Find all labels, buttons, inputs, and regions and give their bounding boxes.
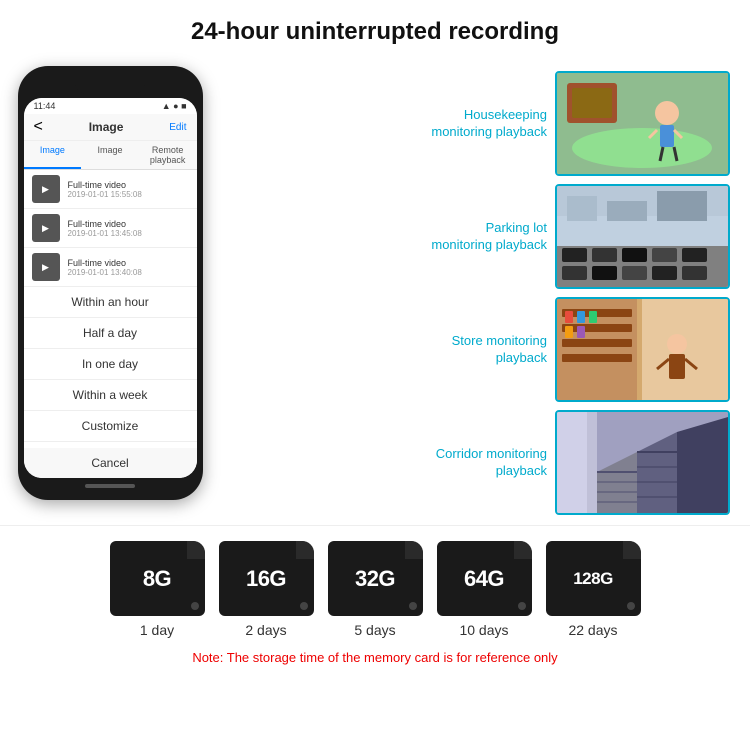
storage-card-64g: 64G 10 days [437, 541, 532, 638]
dropdown-menu: Within an hour Half a day In one day Wit… [24, 287, 197, 478]
sd-card-32g: 32G [328, 541, 423, 616]
storage-card-8g: 8G 1 day [110, 541, 205, 638]
video-item-1[interactable]: ▶ Full-time video 2019-01-01 15:55:08 [24, 170, 197, 209]
video-date-1: 2019-01-01 15:55:08 [68, 190, 142, 199]
housekeeping-photo [557, 73, 728, 174]
dropdown-item-one-day[interactable]: In one day [24, 349, 197, 380]
sd-card-size-8g: 8G [143, 566, 171, 592]
phone-time: 11:44 [34, 101, 56, 111]
tab-image2[interactable]: Image [81, 141, 139, 169]
dropdown-item-within-hour[interactable]: Within an hour [24, 287, 197, 318]
monitoring-label-housekeeping: Housekeepingmonitoring playback [220, 107, 547, 141]
phone-screen: 11:44 ▲ ● ■ < Image Edit Image Image Rem… [24, 98, 197, 478]
sd-card-16g: 16G [219, 541, 314, 616]
monitoring-image-housekeeping [555, 71, 730, 176]
video-title-3: Full-time video [68, 258, 142, 268]
monitoring-image-parking [555, 184, 730, 289]
monitoring-row-housekeeping: Housekeepingmonitoring playback [220, 71, 730, 176]
sd-days-32g: 5 days [354, 622, 395, 638]
main-content: 11:44 ▲ ● ■ < Image Edit Image Image Rem… [0, 56, 750, 525]
nav-edit-button[interactable]: Edit [169, 122, 186, 133]
sd-days-64g: 10 days [459, 622, 508, 638]
page-title: 24-hour uninterrupted recording [0, 0, 750, 56]
sd-card-size-32g: 32G [355, 566, 395, 592]
monitoring-label-corridor: Corridor monitoringplayback [220, 446, 547, 480]
video-date-3: 2019-01-01 13:40:08 [68, 268, 142, 277]
nav-title: Image [89, 120, 124, 134]
video-thumb-1: ▶ [32, 175, 60, 203]
sd-days-8g: 1 day [140, 622, 174, 638]
sd-card-128g: 128G [546, 541, 641, 616]
tab-remote-playback[interactable]: Remote playback [139, 141, 197, 169]
corridor-photo [557, 412, 728, 513]
video-title-1: Full-time video [68, 180, 142, 190]
monitoring-row-corridor: Corridor monitoringplayback [220, 410, 730, 515]
video-item-2[interactable]: ▶ Full-time video 2019-01-01 13:45:08 [24, 209, 197, 248]
video-item-3[interactable]: ▶ Full-time video 2019-01-01 13:40:08 [24, 248, 197, 287]
video-title-2: Full-time video [68, 219, 142, 229]
monitoring-label-store: Store monitoringplayback [220, 333, 547, 367]
sd-card-8g: 8G [110, 541, 205, 616]
phone-nav-bar: < Image Edit [24, 114, 197, 141]
parking-photo [557, 186, 728, 287]
sd-card-size-64g: 64G [464, 566, 504, 592]
store-photo [557, 299, 728, 400]
dropdown-item-customize[interactable]: Customize [24, 411, 197, 442]
phone-tabs: Image Image Remote playback [24, 141, 197, 170]
storage-note: Note: The storage time of the memory car… [182, 646, 567, 669]
monitoring-image-store [555, 297, 730, 402]
monitoring-label-parking: Parking lotmonitoring playback [220, 220, 547, 254]
phone-body: 11:44 ▲ ● ■ < Image Edit Image Image Rem… [18, 66, 203, 500]
phone-status-bar: 11:44 ▲ ● ■ [24, 98, 197, 114]
dropdown-cancel-button[interactable]: Cancel [24, 448, 197, 478]
phone-mockup: 11:44 ▲ ● ■ < Image Edit Image Image Rem… [10, 66, 210, 500]
sd-card-size-16g: 16G [246, 566, 286, 592]
phone-notch [75, 76, 145, 94]
phone-home-indicator [85, 484, 135, 488]
video-thumb-3: ▶ [32, 253, 60, 281]
monitoring-section: Housekeepingmonitoring playback [220, 66, 730, 515]
storage-section: 8G 1 day 16G 2 days 32G 5 days 64G 10 da… [0, 525, 750, 679]
video-date-2: 2019-01-01 13:45:08 [68, 229, 142, 238]
storage-card-32g: 32G 5 days [328, 541, 423, 638]
tab-image[interactable]: Image [24, 141, 82, 169]
monitoring-image-corridor [555, 410, 730, 515]
sd-card-64g: 64G [437, 541, 532, 616]
phone-icons: ▲ ● ■ [162, 101, 187, 111]
storage-card-128g: 128G 22 days [546, 541, 641, 638]
dropdown-item-week[interactable]: Within a week [24, 380, 197, 411]
nav-back-button[interactable]: < [34, 118, 43, 136]
dropdown-item-half-day[interactable]: Half a day [24, 318, 197, 349]
sd-days-16g: 2 days [245, 622, 286, 638]
monitoring-row-parking: Parking lotmonitoring playback [220, 184, 730, 289]
sd-days-128g: 22 days [568, 622, 617, 638]
storage-cards-row: 8G 1 day 16G 2 days 32G 5 days 64G 10 da… [110, 541, 641, 638]
sd-card-size-128g: 128G [573, 569, 613, 589]
video-thumb-2: ▶ [32, 214, 60, 242]
monitoring-row-store: Store monitoringplayback [220, 297, 730, 402]
storage-card-16g: 16G 2 days [219, 541, 314, 638]
